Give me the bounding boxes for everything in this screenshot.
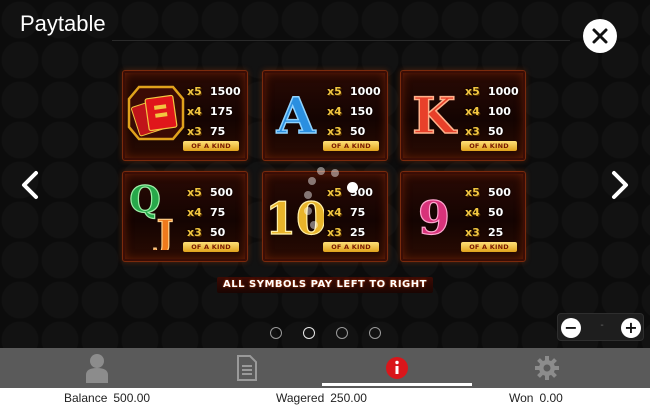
chevron-right-icon[interactable] [608, 170, 632, 200]
of-a-kind-label: OF A KIND [183, 141, 239, 151]
active-tab-indicator [322, 383, 472, 386]
of-a-kind-label: OF A KIND [183, 242, 239, 252]
paytable-card-qj: Q J x5 500 x4 75 x3 50 OF A KIND [122, 171, 248, 262]
won-readout: Won 0.00 [509, 391, 563, 405]
svg-text:K: K [412, 86, 457, 143]
zoom-level: - [600, 320, 604, 331]
pay-row: x5 1000 [465, 84, 519, 98]
document-icon [237, 355, 257, 381]
svg-text:9: 9 [418, 191, 450, 244]
gear-icon [535, 356, 559, 380]
pay-row: x3 50 [187, 225, 226, 239]
letter-a-symbol: A [267, 77, 325, 149]
settings-tab[interactable] [482, 348, 612, 388]
page-indicator [270, 327, 385, 339]
balance-readout: Balance 500.00 [64, 391, 151, 405]
paytable-card-a: A x5 1000 x4 150 x3 50 OF A KIND [262, 70, 388, 161]
page-dot[interactable] [369, 327, 381, 339]
close-icon [592, 28, 608, 44]
zoom-in-button[interactable]: + [621, 318, 641, 338]
pay-row: x4 175 [187, 104, 233, 118]
letter-k-symbol: K [405, 77, 463, 149]
history-tab[interactable] [182, 348, 312, 388]
zoom-control: − - + [557, 313, 644, 341]
pay-row: x4 100 [465, 104, 511, 118]
pay-row: x5 500 [187, 185, 233, 199]
pay-row: x3 25 [465, 225, 504, 239]
chevron-left-icon[interactable] [18, 170, 42, 200]
number-9-symbol: 9 [405, 178, 463, 250]
pay-row: x5 1000 [327, 84, 381, 98]
account-tab[interactable] [32, 348, 162, 388]
loading-spinner [300, 165, 358, 235]
svg-text:A: A [276, 86, 317, 143]
info-icon [386, 357, 408, 379]
of-a-kind-label: OF A KIND [323, 242, 379, 252]
bottom-toolbar [0, 348, 650, 388]
pay-row: x5 1500 [187, 84, 241, 98]
paytable-card-9: 9 x5 500 x4 50 x3 25 OF A KIND [400, 171, 526, 262]
pay-row: x4 150 [327, 104, 373, 118]
page-dot[interactable] [270, 327, 282, 339]
close-button[interactable] [583, 19, 617, 53]
pay-row: x4 75 [187, 205, 226, 219]
pay-row: x3 75 [187, 124, 226, 138]
info-tab[interactable] [332, 348, 462, 388]
page-title: Paytable [20, 11, 106, 36]
zoom-out-button[interactable]: − [561, 318, 581, 338]
of-a-kind-label: OF A KIND [461, 242, 517, 252]
pay-row: x5 500 [465, 185, 511, 199]
paytable-card-k: K x5 1000 x4 100 x3 50 OF A KIND [400, 70, 526, 161]
pay-row: x3 50 [327, 124, 366, 138]
pay-row: x4 50 [465, 205, 504, 219]
page-dot[interactable] [336, 327, 348, 339]
status-bar: Balance 500.00 Wagered 250.00 Won 0.00 [0, 388, 650, 408]
paytable-screen: Paytable x51500 x4175 x375 OF A KIND [0, 0, 650, 348]
pay-row: x3 50 [465, 124, 504, 138]
title-divider [112, 40, 570, 41]
red-envelope-symbol [127, 77, 185, 149]
svg-text:J: J [153, 213, 173, 250]
letters-qj-symbol: Q J [127, 178, 185, 250]
pay-direction-note: ALL SYMBOLS PAY LEFT TO RIGHT [217, 277, 433, 293]
of-a-kind-label: OF A KIND [461, 141, 517, 151]
user-icon [86, 354, 108, 383]
wagered-readout: Wagered 250.00 [276, 391, 367, 405]
of-a-kind-label: OF A KIND [323, 141, 379, 151]
page-dot-active[interactable] [303, 327, 315, 339]
paytable-card-red-envelope: x5 1500 x4 175 x3 75 OF A KIND [122, 70, 248, 161]
